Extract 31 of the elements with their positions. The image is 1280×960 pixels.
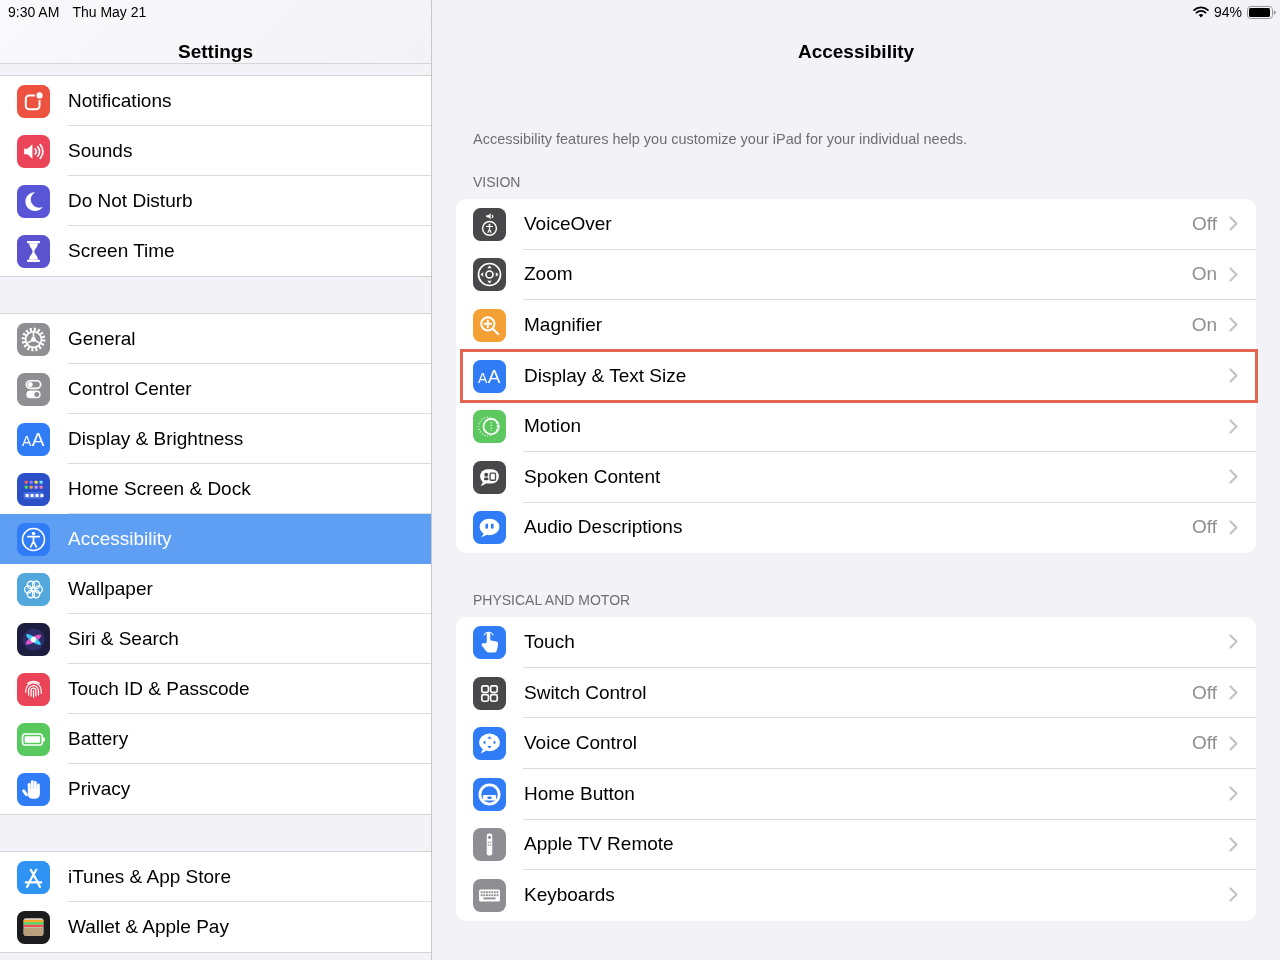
text-size-icon: AA <box>473 359 506 393</box>
status-value: Off <box>1192 212 1217 235</box>
section-header: VISION <box>473 173 522 191</box>
chevron-icon <box>1229 317 1238 333</box>
chevron-icon <box>1229 216 1238 232</box>
chevron-icon <box>1229 266 1238 282</box>
status-value: Off <box>1192 516 1217 539</box>
status-value: On <box>1191 314 1217 336</box>
section-header: PHYSICAL AND MOTOR <box>473 591 632 610</box>
chevron-icon <box>1229 836 1238 852</box>
battery-status-icon <box>1247 5 1276 19</box>
status-value: Off <box>1192 732 1217 755</box>
page-title: Accessibility <box>796 40 916 63</box>
status-value: On <box>1191 263 1217 286</box>
description-text: Accessibility features help you customize your iPad for your individual needs. <box>473 130 969 148</box>
battery-percent: 94% <box>1213 3 1242 21</box>
chevron-icon <box>1229 519 1238 535</box>
chevron-icon <box>1229 735 1238 751</box>
status-value: Off <box>1192 681 1217 704</box>
chevron-icon <box>1229 634 1238 650</box>
chevron-icon <box>1229 786 1238 802</box>
chevron-icon <box>1229 368 1238 384</box>
status-time: 9:30 AM <box>8 3 60 21</box>
chevron-icon <box>1229 685 1238 701</box>
status-date: Thu May 21 <box>72 3 147 21</box>
chevron-icon <box>1229 418 1238 434</box>
wifi-icon <box>1192 6 1209 18</box>
chevron-icon <box>1229 469 1238 485</box>
chevron-icon <box>1229 887 1238 903</box>
text-size-icon: AA <box>17 422 50 456</box>
sidebar-title: Settings <box>177 40 254 63</box>
